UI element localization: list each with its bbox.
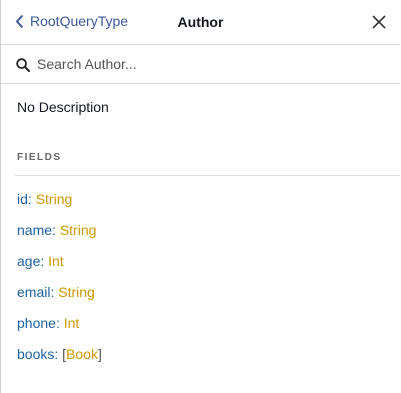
doc-explorer-header: RootQueryType Author: [1, 0, 400, 45]
field-type-link[interactable]: String: [60, 222, 97, 238]
field-name-link[interactable]: id: [17, 191, 28, 207]
field-type-link[interactable]: Book: [66, 346, 98, 362]
field-colon: :: [27, 191, 36, 207]
field-name-link[interactable]: name: [17, 222, 52, 238]
back-link-label: RootQueryType: [30, 13, 129, 29]
search-input[interactable]: [37, 54, 377, 74]
field-item: phone: Int: [17, 315, 102, 346]
search-bar: [1, 45, 400, 84]
field-type-link[interactable]: Int: [64, 315, 80, 331]
field-name-link[interactable]: email: [17, 284, 50, 300]
fields-section-title: FIELDS: [17, 152, 62, 163]
list-close-bracket: ]: [97, 346, 102, 362]
field-colon: :: [52, 222, 60, 238]
field-name-link[interactable]: books: [17, 346, 54, 362]
field-item: age: Int: [17, 253, 102, 284]
field-name-link[interactable]: phone: [17, 315, 56, 331]
doc-explorer-panel: RootQueryType Author No Description FIEL…: [0, 0, 400, 393]
close-button[interactable]: [371, 14, 387, 30]
field-type-link[interactable]: Int: [48, 253, 64, 269]
field-name-link[interactable]: age: [17, 253, 40, 269]
field-colon: :: [54, 346, 63, 362]
field-item: email: String: [17, 284, 102, 315]
close-icon: [371, 14, 387, 30]
field-type-link[interactable]: String: [36, 191, 73, 207]
section-divider: [15, 175, 400, 176]
search-icon: [16, 58, 30, 72]
fields-list: id: String name: String age: Int email: …: [17, 191, 102, 377]
field-item: books: [Book]: [17, 346, 102, 377]
type-description: No Description: [17, 99, 109, 115]
field-item: name: String: [17, 222, 102, 253]
field-type-link[interactable]: String: [58, 284, 95, 300]
chevron-left-icon: [15, 14, 30, 29]
field-colon: :: [40, 253, 49, 269]
field-item: id: String: [17, 191, 102, 222]
field-colon: :: [55, 315, 64, 331]
back-link[interactable]: RootQueryType: [15, 13, 128, 29]
